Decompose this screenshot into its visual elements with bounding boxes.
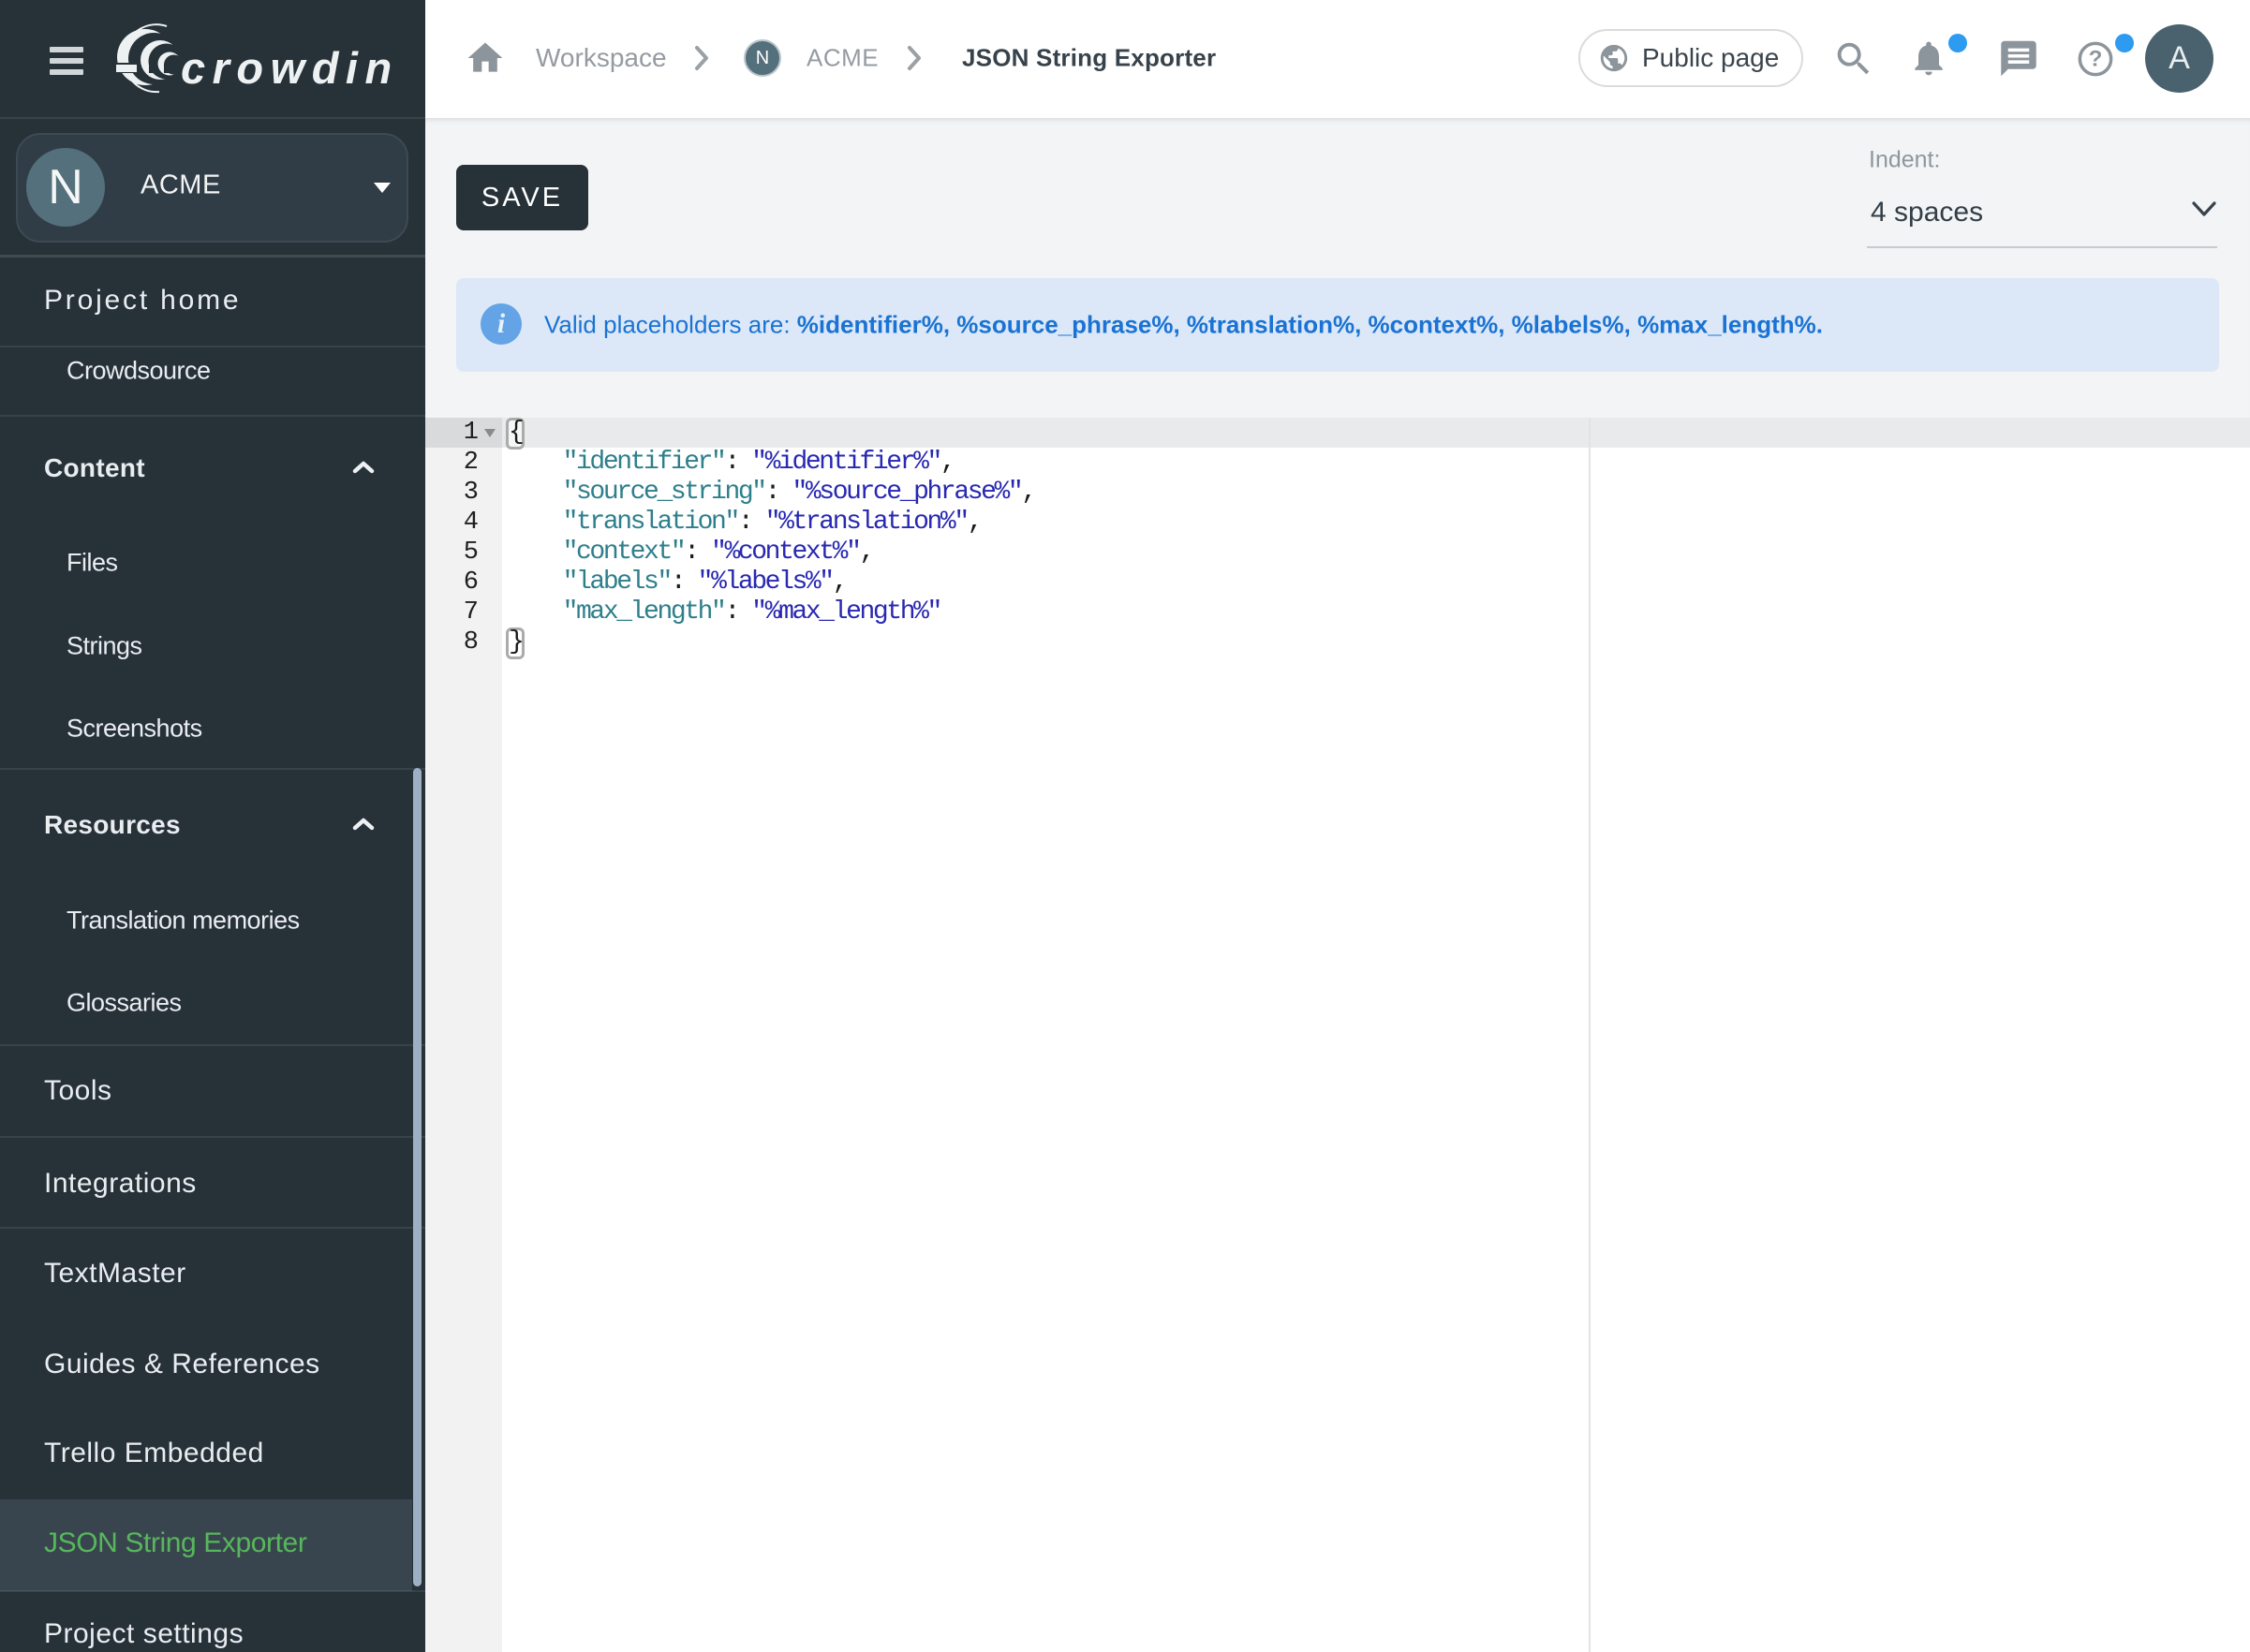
svg-text:crowdin: crowdin xyxy=(181,43,399,93)
svg-text:?: ? xyxy=(2089,47,2103,72)
